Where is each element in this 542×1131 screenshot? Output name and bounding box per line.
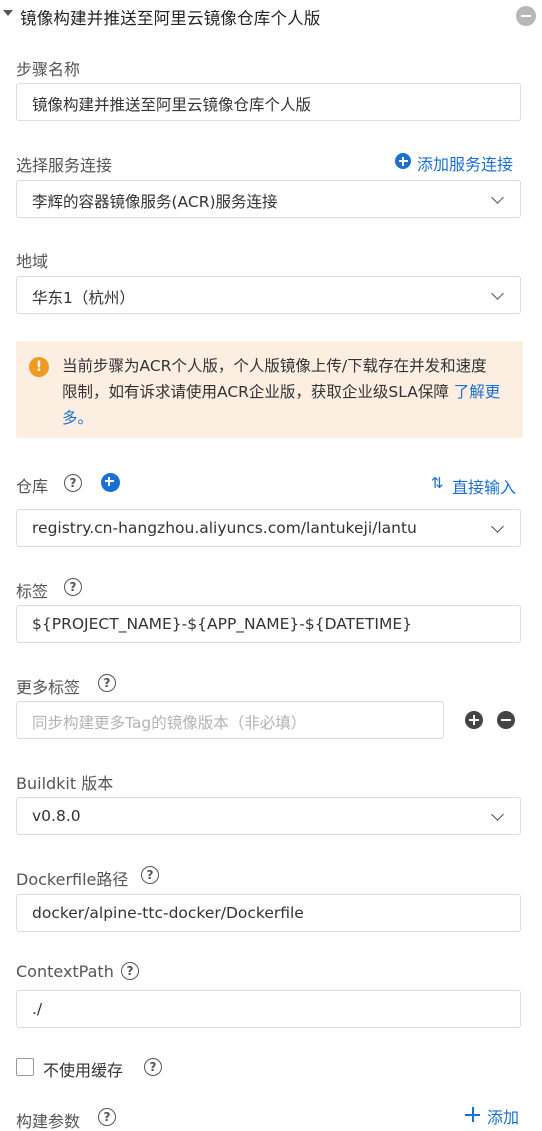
- chevron-down-icon: [491, 191, 504, 204]
- add-tag-icon[interactable]: [465, 711, 483, 729]
- context-path-value: ./: [32, 1000, 43, 1018]
- remove-step-icon[interactable]: [516, 6, 536, 26]
- repository-select[interactable]: registry.cn-hangzhou.aliyuncs.com/lantuk…: [16, 509, 521, 547]
- buildkit-value: v0.8.0: [32, 807, 81, 825]
- acr-personal-alert: ! 当前步骤为ACR个人版，个人版镜像上传/下载存在并发和速度限制，如有诉求请使…: [16, 341, 523, 438]
- help-icon[interactable]: ?: [144, 1058, 162, 1076]
- no-cache-label: 不使用缓存: [43, 1061, 124, 1080]
- add-service-connection-link[interactable]: 添加服务连接: [417, 151, 513, 175]
- repository-label: 仓库: [16, 477, 49, 496]
- context-path-input[interactable]: ./: [16, 990, 521, 1028]
- add-circle-icon[interactable]: [395, 153, 411, 169]
- step-name-value: 镜像构建并推送至阿里云镜像仓库个人版: [32, 96, 312, 114]
- help-icon[interactable]: ?: [98, 674, 116, 692]
- chevron-down-icon: [491, 808, 504, 821]
- step-title: 镜像构建并推送至阿里云镜像仓库个人版: [20, 9, 321, 28]
- chevron-down-icon: [491, 287, 504, 300]
- repository-value: registry.cn-hangzhou.aliyuncs.com/lantuk…: [32, 519, 417, 537]
- caret-down-icon[interactable]: [3, 10, 13, 16]
- step-config-panel: 镜像构建并推送至阿里云镜像仓库个人版 步骤名称 镜像构建并推送至阿里云镜像仓库个…: [0, 0, 542, 1131]
- step-name-input[interactable]: 镜像构建并推送至阿里云镜像仓库个人版: [16, 83, 521, 121]
- tag-label: 标签: [16, 582, 49, 601]
- region-value: 华东1（杭州）: [32, 289, 135, 307]
- add-build-arg-link[interactable]: 添加: [487, 1104, 519, 1128]
- alert-message: 当前步骤为ACR个人版，个人版镜像上传/下载存在并发和速度限制，如有诉求请使用A…: [62, 353, 502, 431]
- service-connection-value: 李辉的容器镜像服务(ACR)服务连接: [32, 193, 278, 211]
- step-name-label: 步骤名称: [16, 60, 81, 79]
- more-tags-placeholder: 同步构建更多Tag的镜像版本（非必填）: [32, 714, 307, 732]
- step-header[interactable]: 镜像构建并推送至阿里云镜像仓库个人版: [0, 0, 542, 34]
- region-select[interactable]: 华东1（杭州）: [16, 276, 521, 314]
- help-icon[interactable]: ?: [98, 1108, 116, 1126]
- help-icon[interactable]: ?: [121, 962, 139, 980]
- service-connection-select[interactable]: 李辉的容器镜像服务(ACR)服务连接: [16, 180, 521, 218]
- help-icon[interactable]: ?: [64, 474, 82, 492]
- dockerfile-input[interactable]: docker/alpine-ttc-docker/Dockerfile: [16, 894, 521, 932]
- chevron-down-icon: [491, 520, 504, 533]
- tag-input[interactable]: ${PROJECT_NAME}-${APP_NAME}-${DATETIME}: [16, 605, 521, 643]
- tag-value: ${PROJECT_NAME}-${APP_NAME}-${DATETIME}: [32, 615, 412, 633]
- buildkit-select[interactable]: v0.8.0: [16, 797, 521, 835]
- no-cache-checkbox[interactable]: [16, 1058, 34, 1076]
- alert-text: 当前步骤为ACR个人版，个人版镜像上传/下载存在并发和速度限制，如有诉求请使用A…: [62, 357, 487, 401]
- dockerfile-label: Dockerfile路径: [16, 870, 129, 889]
- more-tags-input[interactable]: 同步构建更多Tag的镜像版本（非必填）: [16, 701, 444, 739]
- direct-input-link[interactable]: 直接输入: [452, 474, 516, 498]
- add-repository-icon[interactable]: [101, 473, 120, 492]
- build-args-label: 构建参数: [16, 1112, 81, 1131]
- dockerfile-value: docker/alpine-ttc-docker/Dockerfile: [32, 904, 304, 922]
- swap-vertical-icon[interactable]: ⇅: [431, 474, 444, 492]
- service-connection-label: 选择服务连接: [16, 156, 113, 175]
- help-icon[interactable]: ?: [141, 866, 159, 884]
- region-label: 地域: [16, 252, 49, 271]
- buildkit-label: Buildkit 版本: [16, 774, 114, 793]
- context-path-label: ContextPath: [16, 962, 114, 981]
- more-tags-label: 更多标签: [16, 678, 81, 697]
- warning-icon: !: [29, 357, 49, 377]
- plus-icon[interactable]: [465, 1107, 480, 1122]
- remove-tag-icon[interactable]: [497, 711, 515, 729]
- help-icon[interactable]: ?: [64, 578, 82, 596]
